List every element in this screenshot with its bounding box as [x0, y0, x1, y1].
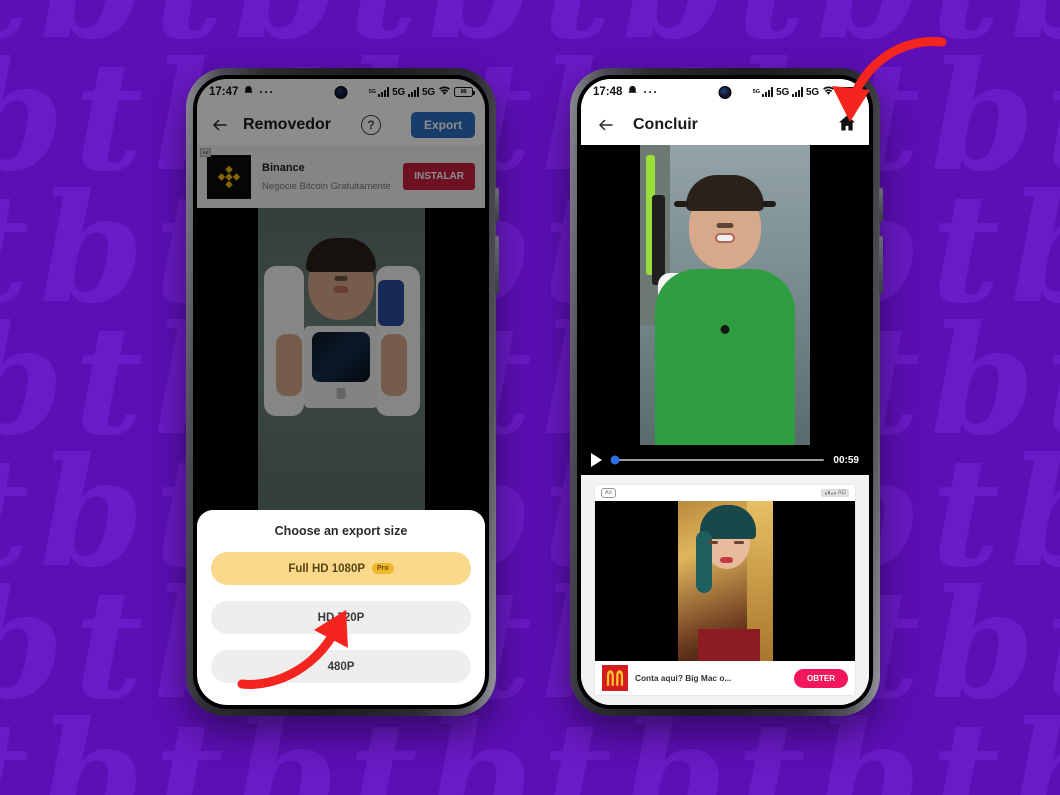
status-time: 17:48	[593, 86, 623, 98]
ad-badge-icon: Ad	[200, 148, 211, 157]
export-option-720p-label: HD 720P	[317, 611, 365, 624]
ad-media[interactable]	[595, 501, 855, 661]
more-notifications-icon: ···	[643, 85, 659, 99]
phone-left-screen: 17:47 ··· 5G 5G 5G 88 Removedor ? Export…	[197, 79, 485, 705]
export-button[interactable]: Export	[410, 112, 475, 138]
battery-icon: 88	[838, 87, 859, 97]
seek-bar[interactable]	[610, 455, 825, 465]
back-button[interactable]	[207, 112, 233, 138]
ad-badge: Ad	[601, 488, 616, 498]
binance-logo	[207, 154, 251, 199]
phone-mockup-right: 17:48 ··· 5G 5G 5G 88 Concluir 00:59 Ad …	[570, 68, 883, 716]
export-option-1080p-label: Full HD 1080P	[288, 562, 366, 575]
obter-button[interactable]: OBTER	[794, 668, 848, 688]
ad-app-name: Binance	[262, 161, 305, 174]
ad-choices-icon[interactable]: AD	[820, 489, 849, 497]
battery-level: 88	[844, 89, 851, 95]
export-option-480p[interactable]: 480P	[211, 650, 471, 683]
background-pattern: tbtbtbtbtbtbtbtbtbtbtbtbtbtbtbtbtbtbtbtb…	[0, 0, 1060, 795]
player-controls: 00:59	[581, 445, 869, 475]
export-size-sheet: Choose an export size Full HD 1080P Pro …	[197, 510, 485, 705]
status-bar-right: 17:48 ··· 5G 5G 5G 88	[581, 79, 869, 105]
player-video-frame	[640, 145, 810, 445]
video-player[interactable]: 00:59	[581, 145, 869, 475]
ad-card-header: Ad AD	[595, 485, 855, 501]
phone-right-screen: 17:48 ··· 5G 5G 5G 88 Concluir 00:59 Ad …	[581, 79, 869, 705]
pro-badge: Pro	[372, 563, 394, 574]
camera-punch-hole	[718, 85, 732, 99]
phone-mockup-left: 17:47 ··· 5G 5G 5G 88 Removedor ? Export…	[186, 68, 499, 716]
player-video-surface[interactable]	[581, 145, 869, 445]
seek-knob[interactable]	[610, 455, 620, 465]
network-label-1: 5G	[776, 86, 790, 98]
ad-choices-label: AD	[837, 490, 846, 496]
notification-icon	[627, 85, 638, 99]
notification-icon	[243, 85, 254, 99]
ad-headline: Conta aqui? Big Mac o...	[635, 673, 732, 683]
export-option-1080p[interactable]: Full HD 1080P Pro	[211, 552, 471, 585]
network-label-2: 5G	[806, 86, 819, 98]
app-bar-left: Removedor ? Export	[197, 105, 485, 145]
camera-punch-hole	[334, 85, 348, 99]
ad-tagline: Negocie Bitcoin Gratuitamente	[262, 180, 391, 192]
ad-media-image	[677, 501, 773, 661]
play-icon[interactable]	[591, 453, 602, 467]
network-label-1: 5G	[392, 86, 406, 98]
wifi-icon	[438, 85, 451, 99]
wifi-icon	[822, 85, 835, 99]
page-title: Removedor	[243, 116, 332, 133]
network-small-label: 5G	[368, 89, 377, 95]
signal-bars-icon-2	[408, 87, 420, 97]
signal-bars-icon-1	[762, 87, 774, 97]
back-button[interactable]	[593, 112, 619, 138]
page-title: Concluir	[633, 116, 698, 133]
export-option-720p[interactable]: HD 720P	[211, 601, 471, 634]
more-notifications-icon: ···	[259, 85, 275, 99]
battery-level: 88	[460, 89, 467, 95]
mcdonalds-ad-card[interactable]: Ad AD Conta aqui? Big Mac o... OBTER	[595, 485, 855, 695]
status-bar-left: 17:47 ··· 5G 5G 5G 88	[197, 79, 485, 105]
help-icon[interactable]: ?	[361, 115, 381, 135]
sheet-title: Choose an export size	[274, 524, 408, 538]
app-bar-right: Concluir	[581, 105, 869, 145]
install-button[interactable]: INSTALAR	[403, 163, 475, 190]
mcdonalds-logo	[602, 665, 628, 691]
video-duration: 00:59	[833, 454, 859, 466]
network-small-label: 5G	[752, 89, 761, 95]
export-option-480p-label: 480P	[327, 660, 355, 673]
home-icon[interactable]	[837, 113, 857, 138]
battery-icon: 88	[454, 87, 475, 97]
signal-bars-icon-1	[378, 87, 390, 97]
binance-ad-banner[interactable]: Ad Binance Negocie Bitcoin Gratuitamente…	[197, 145, 485, 208]
ad-zone: Ad AD Conta aqui? Big Mac o... OBTER	[581, 475, 869, 705]
ad-card-footer: Conta aqui? Big Mac o... OBTER	[595, 661, 855, 695]
network-label-2: 5G	[422, 86, 435, 98]
status-time: 17:47	[209, 86, 239, 98]
signal-bars-icon-2	[792, 87, 804, 97]
